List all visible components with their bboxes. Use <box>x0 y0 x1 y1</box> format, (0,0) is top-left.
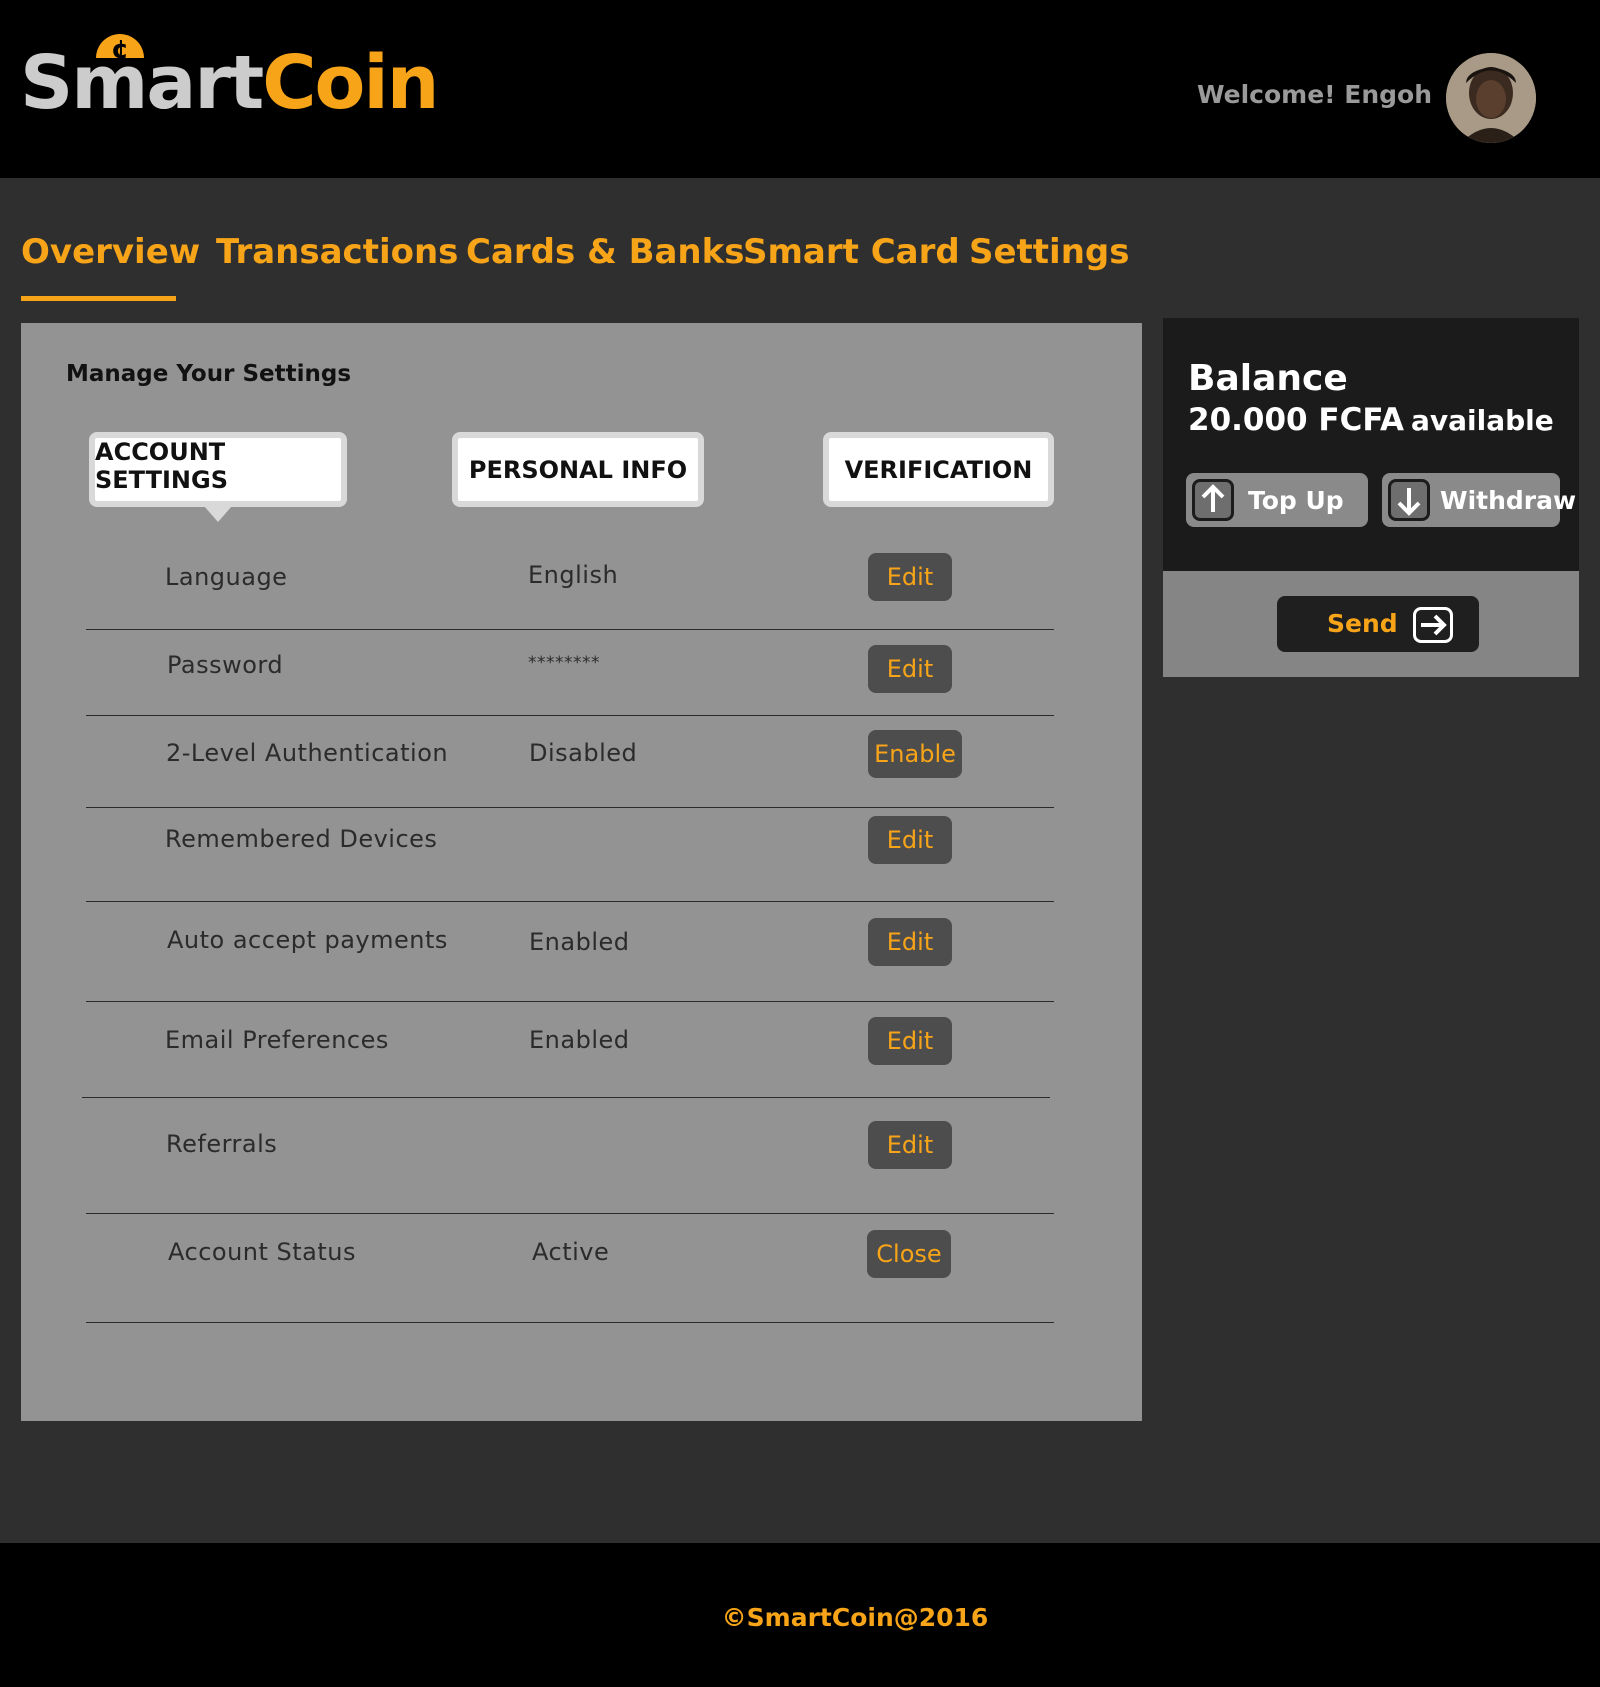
row-label-referrals: Referrals <box>166 1130 278 1158</box>
tab-verification[interactable]: VERIFICATION <box>823 432 1054 507</box>
balance-title: Balance <box>1188 358 1348 399</box>
footer-copyright: ©SmartCoin@2016 <box>721 1603 989 1632</box>
row-divider <box>86 1322 1054 1323</box>
smartcoin-logo[interactable]: ¢ SmartCoin <box>20 18 439 128</box>
nav-item-smart-card[interactable]: Smart Card <box>743 232 960 272</box>
row-divider <box>86 807 1054 808</box>
edit-email-preferences-button[interactable]: Edit <box>868 1017 952 1065</box>
row-label-auto-accept-payments: Auto accept payments <box>167 926 448 954</box>
footer: ©SmartCoin@2016 <box>0 1543 1600 1687</box>
row-value-account-status: Active <box>532 1238 610 1266</box>
nav-active-indicator <box>21 296 176 301</box>
arrow-right-icon <box>1413 607 1453 643</box>
top-up-label: Top Up <box>1248 486 1344 515</box>
withdraw-button[interactable]: Withdraw <box>1382 473 1576 527</box>
row-divider <box>86 715 1054 716</box>
arrow-down-icon <box>1388 479 1430 521</box>
row-value-auto-accept-payments: Enabled <box>529 928 630 956</box>
nav-item-settings[interactable]: Settings <box>969 232 1130 272</box>
edit-auto-accept-payments-button[interactable]: Edit <box>868 918 952 966</box>
row-label-remembered-devices: Remembered Devices <box>165 825 438 853</box>
logo-text-coin: Coin <box>262 40 439 126</box>
row-divider <box>86 901 1054 902</box>
withdraw-label: Withdraw <box>1440 486 1577 515</box>
close-account-button[interactable]: Close <box>867 1230 951 1278</box>
row-divider <box>86 629 1054 630</box>
panel-title: Manage Your Settings <box>66 361 352 387</box>
tab-account-settings[interactable]: ACCOUNT SETTINGS <box>89 432 347 507</box>
avatar-image-icon <box>1446 53 1536 143</box>
row-value-email-preferences: Enabled <box>529 1026 630 1054</box>
edit-remembered-devices-button[interactable]: Edit <box>868 816 952 864</box>
row-value-password: ******** <box>528 653 600 673</box>
balance-card: Balance 20.000 FCFA available Top Up Wit… <box>1163 318 1579 571</box>
header: ¢ SmartCoin Welcome! Engoh <box>0 0 1600 178</box>
row-value-language: English <box>528 561 619 589</box>
balance-amount: 20.000 FCFA <box>1188 402 1404 438</box>
top-up-button[interactable]: Top Up <box>1186 473 1368 527</box>
arrow-up-icon <box>1192 479 1234 521</box>
enable-2-level-auth-button[interactable]: Enable <box>868 730 962 778</box>
send-button[interactable]: Send <box>1277 596 1479 652</box>
tab-personal-info-label: PERSONAL INFO <box>468 455 688 484</box>
nav-item-overview[interactable]: Overview <box>21 232 200 272</box>
row-divider <box>86 1213 1054 1214</box>
row-label-password: Password <box>167 651 284 679</box>
edit-language-button[interactable]: Edit <box>868 553 952 601</box>
balance-available-label: available <box>1411 404 1554 437</box>
row-divider <box>86 1001 1054 1002</box>
tab-account-settings-label: ACCOUNT SETTINGS <box>95 437 228 494</box>
nav-item-cards-banks[interactable]: Cards & Banks <box>466 232 744 272</box>
tab-personal-info[interactable]: PERSONAL INFO <box>452 432 704 507</box>
tab-verification-label: VERIFICATION <box>844 455 1033 484</box>
edit-referrals-button[interactable]: Edit <box>868 1121 952 1169</box>
nav-item-transactions[interactable]: Transactions <box>216 232 458 272</box>
row-label-email-preferences: Email Preferences <box>165 1026 389 1054</box>
user-avatar[interactable] <box>1446 53 1536 143</box>
welcome-message: Welcome! Engoh <box>1196 80 1432 109</box>
edit-password-button[interactable]: Edit <box>868 645 952 693</box>
settings-panel: Manage Your Settings ACCOUNT SETTINGS PE… <box>21 323 1142 1421</box>
active-tab-pointer <box>204 506 232 522</box>
row-label-language: Language <box>165 563 288 591</box>
send-label: Send <box>1327 609 1398 638</box>
row-value-2-level-auth: Disabled <box>529 739 638 767</box>
logo-text-smart: Smart <box>20 40 264 126</box>
row-label-2-level-auth: 2-Level Authentication <box>166 739 449 767</box>
row-label-account-status: Account Status <box>168 1238 357 1266</box>
send-area: Send <box>1163 571 1579 677</box>
logo-wordmark: SmartCoin <box>20 46 439 120</box>
row-divider <box>82 1097 1050 1098</box>
